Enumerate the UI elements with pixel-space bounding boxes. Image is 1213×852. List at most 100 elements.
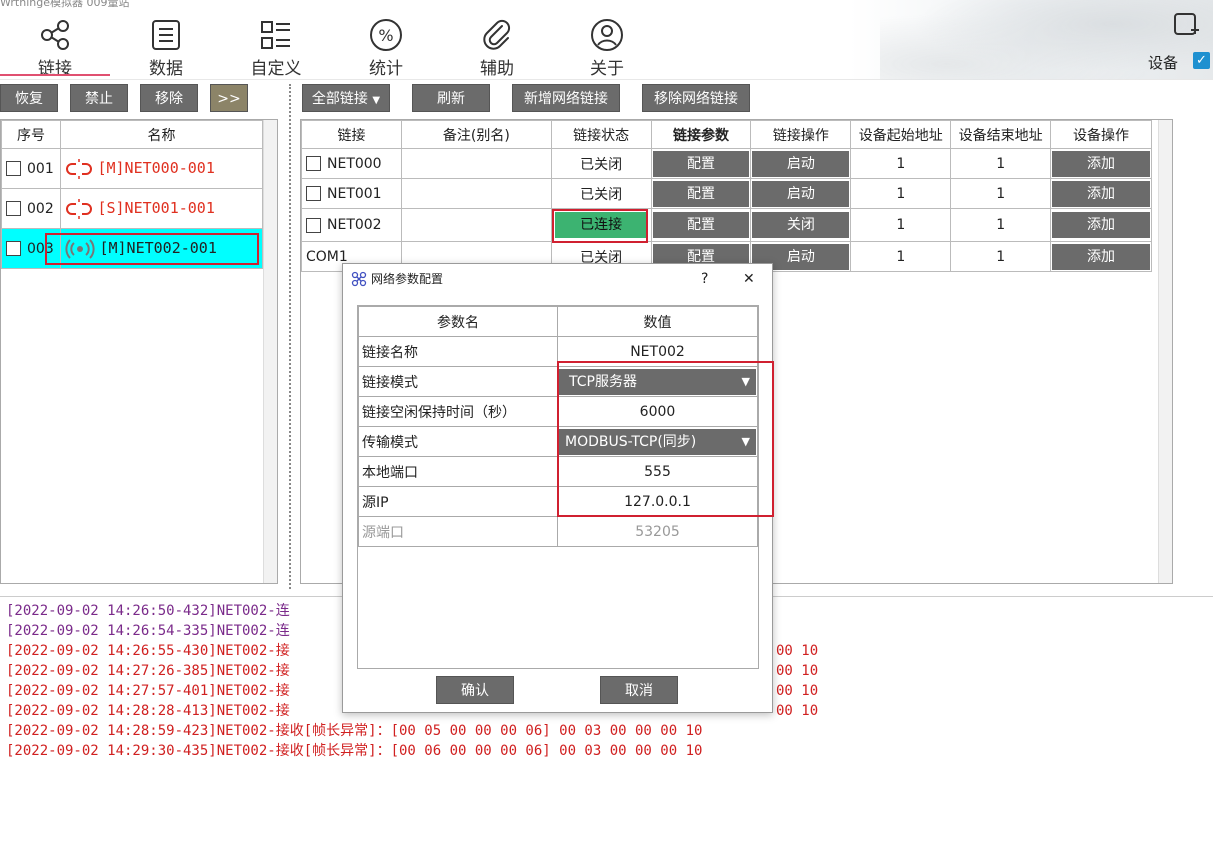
left-scrollbar[interactable]	[263, 120, 277, 583]
row-checkbox[interactable]	[306, 156, 321, 171]
dialog-title: 网络参数配置	[371, 272, 444, 286]
link-name: NET001	[327, 185, 382, 202]
link-name: NET000	[327, 155, 382, 172]
column-header-end-address: 设备结束地址	[950, 120, 1052, 149]
column-header-start-address: 设备起始地址	[850, 120, 952, 149]
column-header-status: 链接状态	[550, 120, 652, 149]
column-header-remark: 备注(别名)	[400, 120, 552, 149]
start-address: 1	[850, 148, 952, 179]
start-button[interactable]: 启动	[752, 180, 850, 207]
nav-tab-label: 辅助	[480, 59, 514, 79]
broken-link-icon	[66, 158, 92, 179]
row-name: [M]NET000-001	[97, 158, 215, 177]
param-row: 源端口 53205	[358, 516, 758, 547]
percent-icon: %	[370, 19, 402, 51]
param-name: 链接名称	[358, 336, 558, 367]
param-name: 链接空闲保持时间（秒）	[358, 396, 558, 427]
close-link-button[interactable]: 关闭	[752, 212, 850, 238]
param-name: 链接模式	[358, 366, 558, 397]
highlight-box-status	[552, 209, 648, 243]
param-name: 传输模式	[358, 426, 558, 457]
add-network-link-button[interactable]: 新增网络链接	[512, 84, 620, 112]
device-checkbox[interactable]: ✓	[1193, 52, 1210, 69]
user-icon	[591, 19, 623, 51]
main-scrollbar[interactable]	[1158, 120, 1172, 583]
start-button[interactable]: 启动	[752, 150, 850, 177]
nav-tab-label: 自定义	[250, 59, 302, 79]
end-address: 1	[950, 178, 1052, 209]
panel-splitter[interactable]	[289, 84, 292, 589]
network-icon	[351, 271, 367, 287]
nav-tab-label: 关于	[590, 59, 624, 79]
document-icon	[152, 20, 180, 50]
add-device-row-button[interactable]: 添加	[1052, 150, 1150, 177]
add-device-button[interactable]	[1172, 12, 1200, 38]
end-address: 1	[950, 241, 1052, 272]
table-row[interactable]: NET001 已关闭 配置 启动 1 1 添加	[301, 178, 1152, 209]
table-row[interactable]: 002 [S]NET001-001	[1, 188, 263, 229]
device-label: 设备	[1148, 54, 1179, 72]
configure-button[interactable]: 配置	[652, 212, 750, 238]
nav-tab-custom[interactable]: 自定义	[241, 18, 311, 79]
row-checkbox[interactable]	[6, 201, 21, 216]
disable-button[interactable]: 禁止	[70, 84, 128, 112]
end-address: 1	[950, 148, 1052, 179]
table-row[interactable]: 001 [M]NET000-001	[1, 148, 263, 189]
remove-button[interactable]: 移除	[140, 84, 198, 112]
cancel-button[interactable]: 取消	[600, 676, 678, 704]
all-links-label: 全部链接	[311, 91, 368, 107]
row-name: [S]NET001-001	[97, 198, 215, 217]
column-header-name: 名称	[60, 120, 263, 149]
column-header-param-name: 参数名	[358, 306, 558, 337]
link-name: NET002	[327, 217, 382, 233]
restore-button[interactable]: 恢复	[0, 84, 58, 112]
column-header-param-value: 数值	[557, 306, 758, 337]
svg-text:%: %	[378, 26, 393, 45]
start-address: 1	[850, 208, 952, 242]
chevron-down-icon: ▼	[372, 95, 381, 106]
link-remark	[400, 208, 552, 242]
add-device-row-button[interactable]: 添加	[1052, 180, 1150, 207]
link-table: 链接 备注(别名) 链接状态 链接参数 链接操作 设备起始地址 设备结束地址 设…	[301, 120, 1152, 272]
source-port-field: 53205	[557, 516, 758, 547]
nav-tab-label: 统计	[369, 59, 403, 79]
paperclip-icon	[483, 19, 511, 50]
expand-button[interactable]: >>	[210, 84, 248, 112]
highlight-box-row	[45, 233, 259, 265]
param-name: 本地端口	[358, 456, 558, 487]
top-navigation-bar: Wrtnlnge模拟器 009量站 链接 数据 自定义 % 统计 辅助 关于 设…	[0, 0, 1213, 80]
nav-tab-about[interactable]: 关于	[572, 18, 642, 79]
configure-button[interactable]: 配置	[652, 180, 750, 207]
remove-network-link-button[interactable]: 移除网络链接	[642, 84, 750, 112]
column-header-device-operation: 设备操作	[1050, 120, 1152, 149]
column-header-operation: 链接操作	[750, 120, 852, 149]
row-checkbox[interactable]	[6, 161, 21, 176]
link-remark	[400, 148, 552, 179]
nav-tab-assist[interactable]: 辅助	[462, 18, 532, 79]
nav-tab-data[interactable]: 数据	[131, 18, 201, 79]
link-status: 已关闭	[550, 178, 652, 209]
column-header-link: 链接	[301, 120, 402, 149]
help-icon[interactable]: ?	[701, 264, 708, 294]
start-address: 1	[850, 178, 952, 209]
row-checkbox[interactable]	[306, 186, 321, 201]
confirm-button[interactable]: 确认	[436, 676, 514, 704]
start-address: 1	[850, 241, 952, 272]
add-device-row-button[interactable]: 添加	[1052, 212, 1150, 238]
all-links-dropdown[interactable]: 全部链接 ▼	[302, 84, 390, 112]
column-header-params: 链接参数	[650, 120, 752, 149]
nav-tab-stats[interactable]: % 统计	[351, 18, 421, 79]
active-tab-indicator	[0, 74, 110, 76]
close-icon[interactable]: ✕	[743, 264, 755, 294]
row-checkbox[interactable]	[6, 241, 21, 256]
refresh-button[interactable]: 刷新	[412, 84, 490, 112]
add-device-row-button[interactable]: 添加	[1052, 243, 1150, 270]
column-header-index: 序号	[1, 120, 61, 149]
configure-button[interactable]: 配置	[652, 150, 750, 177]
row-checkbox[interactable]	[306, 217, 321, 233]
table-row[interactable]: NET000 已关闭 配置 启动 1 1 添加	[301, 148, 1152, 179]
app-title: Wrtnlnge模拟器 009量站	[0, 0, 130, 9]
nav-tab-link[interactable]: 链接	[20, 18, 90, 79]
nav-tab-label: 数据	[149, 59, 183, 79]
table-row[interactable]: NET002 已连接 配置 关闭 1 1 添加	[301, 208, 1152, 242]
